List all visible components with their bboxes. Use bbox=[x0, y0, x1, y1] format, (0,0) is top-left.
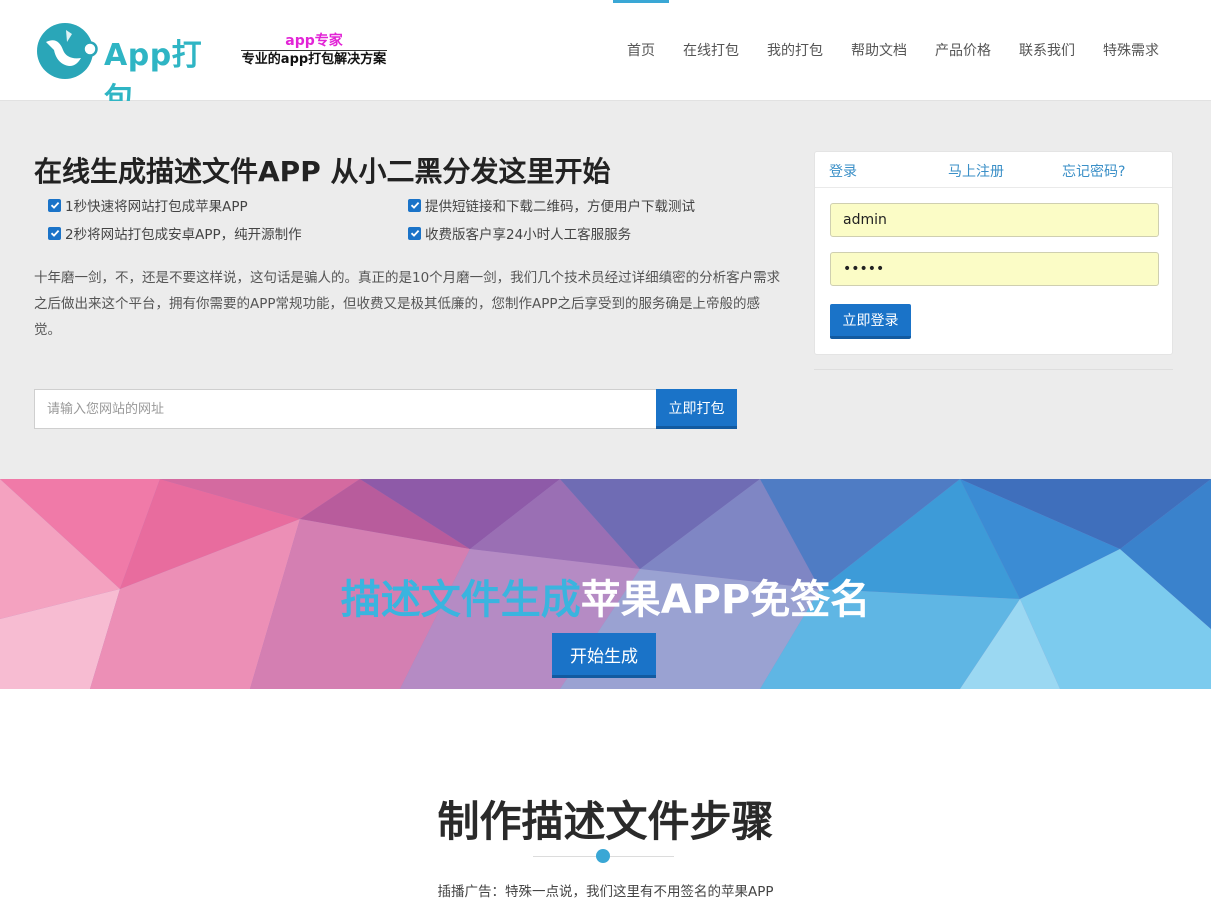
main-nav: 首页 在线打包 我的打包 帮助文档 产品价格 联系我们 特殊需求 bbox=[613, 0, 1173, 100]
username-field[interactable] bbox=[830, 203, 1159, 237]
logo-icon bbox=[37, 23, 98, 79]
nav-item-help-docs[interactable]: 帮助文档 bbox=[837, 0, 921, 100]
login-tabs: 登录 马上注册 忘记密码? bbox=[815, 152, 1172, 188]
feature-text: 提供短链接和下载二维码，方便用户下载测试 bbox=[425, 199, 695, 215]
site-logo[interactable]: App打包 bbox=[36, 20, 216, 117]
banner-title: 描述文件生成苹果APP免签名 bbox=[0, 567, 1211, 625]
feature-item: 2秒将网站打包成安卓APP，纯开源制作 bbox=[48, 223, 408, 243]
slogan-top: app专家 bbox=[285, 33, 343, 49]
feature-item: 提供短链接和下载二维码，方便用户下载测试 bbox=[408, 195, 788, 215]
pack-form: 立即打包 bbox=[34, 389, 737, 429]
start-generate-button[interactable]: 开始生成 bbox=[552, 633, 656, 678]
promo-banner: 描述文件生成苹果APP免签名 开始生成 bbox=[0, 479, 1211, 689]
website-url-input[interactable] bbox=[34, 389, 656, 429]
banner-title-highlight: 描述文件生成 bbox=[340, 577, 581, 623]
password-field[interactable] bbox=[830, 252, 1159, 286]
login-panel-divider bbox=[814, 369, 1173, 370]
feature-list: 1秒快速将网站打包成苹果APP 提供短链接和下载二维码，方便用户下载测试 2秒将… bbox=[48, 195, 788, 243]
steps-section-title: 制作描述文件步骤 bbox=[437, 797, 774, 846]
checkbox-checked-icon bbox=[408, 226, 421, 240]
tab-forgot-password[interactable]: 忘记密码? bbox=[1062, 161, 1125, 181]
feature-item: 收费版客户享24小时人工客服服务 bbox=[408, 223, 788, 243]
hero-title: 在线生成描述文件APP 从小二黑分发这里开始 bbox=[34, 155, 611, 188]
pack-now-button[interactable]: 立即打包 bbox=[656, 389, 737, 429]
nav-item-contact[interactable]: 联系我们 bbox=[1005, 0, 1089, 100]
slogan: app专家 专业的app打包解决方案 bbox=[241, 32, 387, 69]
login-submit-button[interactable]: 立即登录 bbox=[830, 304, 911, 339]
feature-item: 1秒快速将网站打包成苹果APP bbox=[48, 195, 408, 215]
checkbox-checked-icon bbox=[48, 198, 61, 212]
section-divider bbox=[533, 848, 674, 864]
banner-title-main: 苹果APP免签名 bbox=[580, 577, 871, 623]
checkbox-checked-icon bbox=[408, 198, 421, 212]
login-panel: 登录 马上注册 忘记密码? 立即登录 bbox=[814, 151, 1173, 355]
checkbox-checked-icon bbox=[48, 226, 61, 240]
tab-register[interactable]: 马上注册 bbox=[948, 161, 1004, 181]
nav-item-pricing[interactable]: 产品价格 bbox=[921, 0, 1005, 100]
site-header: App打包 app专家 专业的app打包解决方案 首页 在线打包 我的打包 帮助… bbox=[0, 0, 1211, 117]
nav-item-special[interactable]: 特殊需求 bbox=[1089, 0, 1173, 100]
nav-item-home[interactable]: 首页 bbox=[613, 0, 669, 100]
steps-subtitle: 插播广告：特殊一点说，我们这里有不用签名的苹果APP bbox=[437, 884, 774, 900]
divider-dot-icon bbox=[596, 849, 610, 863]
feature-text: 收费版客户享24小时人工客服服务 bbox=[425, 227, 632, 243]
feature-text: 1秒快速将网站打包成苹果APP bbox=[65, 199, 248, 215]
feature-text: 2秒将网站打包成安卓APP，纯开源制作 bbox=[65, 227, 302, 243]
slogan-bottom: 专业的app打包解决方案 bbox=[241, 52, 387, 67]
nav-item-online-pack[interactable]: 在线打包 bbox=[669, 0, 753, 100]
nav-item-my-packs[interactable]: 我的打包 bbox=[753, 0, 837, 100]
hero-section: 在线生成描述文件APP 从小二黑分发这里开始 1秒快速将网站打包成苹果APP 提… bbox=[0, 101, 1211, 479]
hero-intro-text: 十年磨一剑，不，还是不要这样说，这句话是骗人的。真正的是10个月磨一剑，我们几个… bbox=[34, 270, 781, 338]
tab-login[interactable]: 登录 bbox=[829, 161, 857, 181]
